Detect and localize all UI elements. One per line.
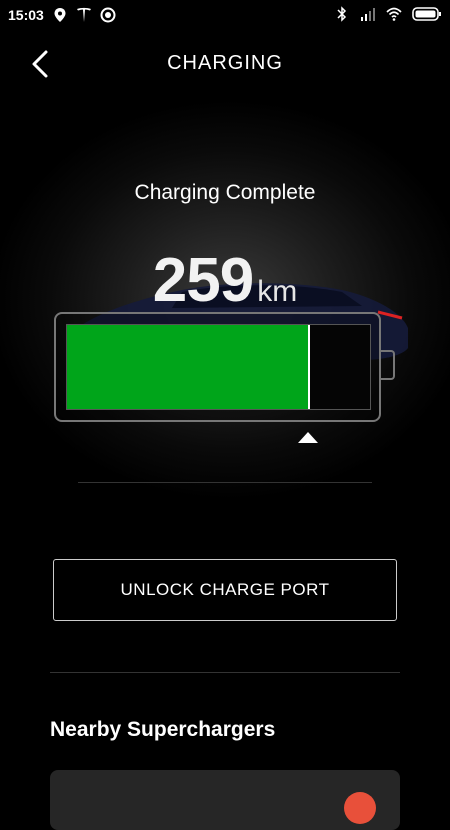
battery-icon	[412, 7, 441, 21]
charge-limit-marker	[308, 325, 311, 409]
divider	[78, 482, 372, 483]
system-icons	[334, 6, 442, 22]
divider	[50, 672, 400, 673]
location-marker-icon	[344, 792, 376, 824]
range-unit: km	[257, 275, 298, 308]
charge-limit-handle[interactable]	[298, 432, 318, 443]
notification-icons	[52, 7, 116, 23]
range-display: 259 km	[0, 245, 450, 316]
chat-bubble-icon	[100, 7, 116, 23]
signal-icon	[361, 8, 375, 21]
range-value: 259	[152, 246, 254, 315]
location-pin-icon	[54, 8, 66, 22]
nearby-superchargers-title: Nearby Superchargers	[50, 718, 276, 741]
battery-inner	[66, 324, 371, 410]
unlock-charge-port-button[interactable]: UNLOCK CHARGE PORT	[53, 559, 397, 621]
status-bar: 15:03	[0, 0, 450, 32]
battery-cap	[381, 350, 395, 380]
bluetooth-icon	[337, 6, 347, 22]
supercharger-card[interactable]	[50, 770, 400, 830]
wifi-icon	[386, 7, 402, 21]
status-time: 15:03	[8, 7, 44, 23]
tesla-logo-icon	[77, 7, 91, 22]
battery-gauge	[54, 312, 381, 422]
charging-status: Charging Complete	[134, 181, 316, 204]
battery-fill	[67, 325, 310, 409]
page-title: CHARGING	[167, 52, 283, 74]
